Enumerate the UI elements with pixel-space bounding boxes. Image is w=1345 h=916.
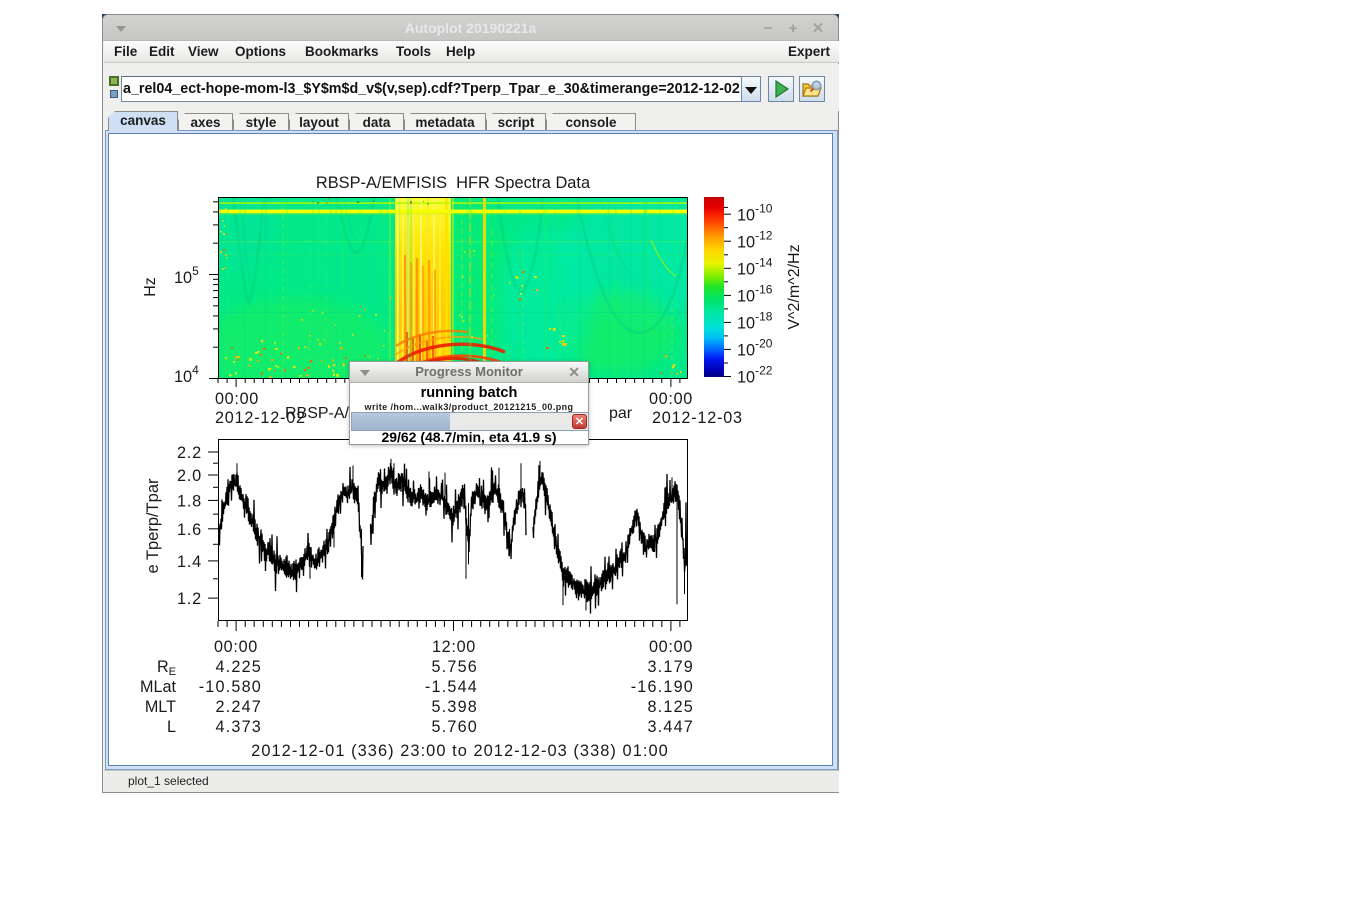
svg-text:MLat: MLat <box>140 678 176 696</box>
svg-text:RBSP-A/EMFISIS HFR Spectra Da: RBSP-A/EMFISIS HFR Spectra Data <box>316 174 591 192</box>
svg-text:00:00: 00:00 <box>649 638 693 656</box>
svg-text:2.2: 2.2 <box>177 444 202 462</box>
svg-text:-16.190: -16.190 <box>631 678 694 696</box>
svg-text:10-12: 10-12 <box>737 228 773 251</box>
svg-text:RE: RE <box>157 658 176 678</box>
svg-text:2.0: 2.0 <box>177 467 202 485</box>
svg-text:Hz: Hz <box>142 277 159 297</box>
svg-text:10-16: 10-16 <box>737 282 773 305</box>
svg-text:4.225: 4.225 <box>215 658 262 676</box>
svg-text:10-10: 10-10 <box>737 201 773 224</box>
svg-text:V^2/m^2/Hz: V^2/m^2/Hz <box>786 244 803 329</box>
svg-text:1.2: 1.2 <box>177 590 202 608</box>
svg-text:3.447: 3.447 <box>647 718 694 736</box>
svg-text:2.247: 2.247 <box>215 698 262 716</box>
svg-text:MLT: MLT <box>145 698 176 716</box>
svg-text:5.398: 5.398 <box>431 698 478 716</box>
svg-text:12:00: 12:00 <box>432 638 476 656</box>
svg-text:105: 105 <box>174 264 199 287</box>
svg-text:00:00: 00:00 <box>215 390 259 408</box>
svg-text:-1.544: -1.544 <box>425 678 478 696</box>
svg-text:10-22: 10-22 <box>737 364 773 387</box>
svg-text:2012-12-03: 2012-12-03 <box>652 409 743 427</box>
svg-text:8.125: 8.125 <box>647 698 694 716</box>
svg-text:RBSP-A/: RBSP-A/ <box>285 405 350 422</box>
svg-text:L: L <box>167 718 176 736</box>
svg-text:00:00: 00:00 <box>649 390 693 408</box>
svg-text:1.6: 1.6 <box>177 521 202 539</box>
svg-text:5.756: 5.756 <box>431 658 478 676</box>
svg-text:-10.580: -10.580 <box>199 678 262 696</box>
svg-text:1.8: 1.8 <box>177 492 202 510</box>
svg-text:3.179: 3.179 <box>647 658 694 676</box>
svg-text:10-20: 10-20 <box>737 337 773 360</box>
svg-text:4.373: 4.373 <box>215 718 262 736</box>
svg-text:104: 104 <box>174 363 199 386</box>
svg-text:10-18: 10-18 <box>737 310 773 333</box>
svg-text:5.760: 5.760 <box>431 718 478 736</box>
svg-text:1.4: 1.4 <box>177 553 202 571</box>
svg-text:e Tperp/Tpar: e Tperp/Tpar <box>144 478 162 574</box>
svg-text:00:00: 00:00 <box>214 638 258 656</box>
svg-text:par: par <box>609 405 633 422</box>
svg-text:2012-12-01 (336) 23:00 to 2012: 2012-12-01 (336) 23:00 to 2012-12-03 (33… <box>251 742 669 760</box>
svg-text:10-14: 10-14 <box>737 255 773 278</box>
